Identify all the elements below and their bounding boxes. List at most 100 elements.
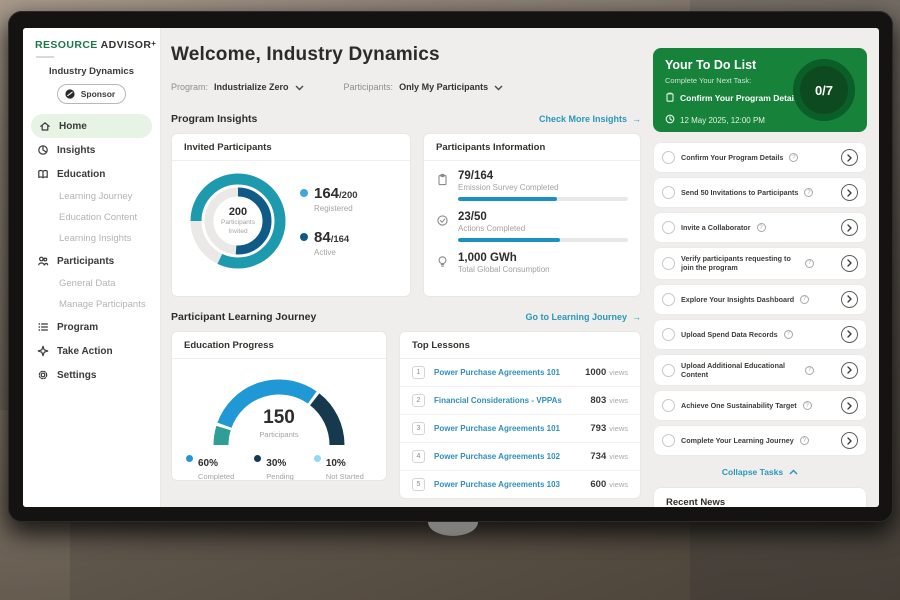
task-checkbox[interactable] bbox=[662, 257, 675, 270]
arrow-right-icon: → bbox=[632, 114, 641, 124]
chevron-right-button[interactable] bbox=[841, 149, 858, 166]
chevron-right-button[interactable] bbox=[841, 397, 858, 414]
task-checkbox[interactable] bbox=[662, 399, 675, 412]
program-filter-dropdown[interactable]: Program: Industrialize Zero bbox=[171, 78, 304, 96]
link-label: Go to Learning Journey bbox=[525, 312, 627, 322]
info-icon[interactable]: ? bbox=[804, 188, 813, 197]
clipboard-icon bbox=[436, 170, 449, 201]
task-checkbox[interactable] bbox=[662, 364, 675, 377]
program-filter-value: Industrialize Zero bbox=[214, 82, 289, 92]
list-icon bbox=[37, 321, 49, 333]
due-date: 12 May 2025, 12:00 PM bbox=[680, 116, 765, 125]
chevron-right-button[interactable] bbox=[841, 291, 858, 308]
task-row[interactable]: Explore Your Insights Dashboard ? bbox=[653, 284, 867, 315]
sidebar-item-label: Insights bbox=[57, 145, 95, 156]
chevron-right-button[interactable] bbox=[841, 255, 858, 272]
page-title: Welcome, Industry Dynamics bbox=[171, 44, 641, 66]
task-row[interactable]: Complete Your Learning Journey ? bbox=[653, 425, 867, 456]
lesson-link[interactable]: Financial Considerations - VPPAs bbox=[434, 396, 562, 405]
dashboard-screen: RESOURCE ADVISOR+ Industry Dynamics Spon… bbox=[23, 28, 879, 507]
task-row[interactable]: Invite a Collaborator ? bbox=[653, 212, 867, 243]
sidebar-item-program[interactable]: Program bbox=[23, 315, 160, 339]
chevron-right-button[interactable] bbox=[841, 219, 858, 236]
participants-filter-dropdown[interactable]: Participants: Only My Participants bbox=[344, 78, 504, 96]
info-icon[interactable]: ? bbox=[800, 295, 809, 304]
task-checkbox[interactable] bbox=[662, 151, 675, 164]
legend-dot bbox=[186, 455, 193, 462]
collapse-tasks-link[interactable]: Collapse Tasks bbox=[653, 460, 867, 480]
sidebar-item-learning-insights[interactable]: Learning Insights bbox=[23, 228, 160, 249]
sidebar-item-settings[interactable]: Settings bbox=[23, 363, 160, 387]
task-checkbox[interactable] bbox=[662, 328, 675, 341]
legend-total: /200 bbox=[339, 190, 358, 201]
logo-divider bbox=[36, 56, 54, 58]
task-checkbox[interactable] bbox=[662, 434, 675, 447]
check-circle-icon bbox=[436, 211, 449, 242]
app-logo: RESOURCE ADVISOR+ bbox=[23, 28, 160, 51]
info-icon[interactable]: ? bbox=[805, 366, 814, 375]
chevron-right-button[interactable] bbox=[841, 362, 858, 379]
lesson-link[interactable]: Power Purchase Agreements 102 bbox=[434, 452, 560, 461]
task-checkbox[interactable] bbox=[662, 186, 675, 199]
task-row[interactable]: Upload Additional Educational Content ? bbox=[653, 354, 867, 387]
sidebar-item-label: Home bbox=[59, 121, 87, 132]
task-row[interactable]: Send 50 Invitations to Participants ? bbox=[653, 177, 867, 208]
link-label: Check More Insights bbox=[539, 114, 627, 124]
sidebar-item-home[interactable]: Home bbox=[31, 114, 152, 138]
info-icon[interactable]: ? bbox=[805, 259, 814, 268]
card-title: Invited Participants bbox=[172, 134, 410, 161]
legend-label: Active bbox=[314, 248, 349, 257]
lesson-link[interactable]: Power Purchase Agreements 101 bbox=[434, 368, 560, 377]
info-icon[interactable]: ? bbox=[803, 401, 812, 410]
legend-dot bbox=[300, 233, 308, 241]
info-icon[interactable]: ? bbox=[789, 153, 798, 162]
go-to-learning-journey-link[interactable]: Go to Learning Journey → bbox=[525, 312, 641, 322]
todo-task-list: Confirm Your Program Details ? Send 50 I… bbox=[653, 142, 867, 480]
donut-center-label: Participants Invited bbox=[212, 219, 264, 236]
info-icon[interactable]: ? bbox=[784, 330, 793, 339]
task-row[interactable]: Verify participants requesting to join t… bbox=[653, 247, 867, 280]
legend-label: Completed bbox=[198, 472, 234, 481]
chevron-down-icon bbox=[494, 78, 503, 96]
sidebar-item-learning-journey[interactable]: Learning Journey bbox=[23, 186, 160, 207]
lesson-row: 2 Financial Considerations - VPPAs 803vi… bbox=[400, 387, 640, 415]
task-checkbox[interactable] bbox=[662, 293, 675, 306]
chevron-down-icon bbox=[295, 78, 304, 96]
lesson-link[interactable]: Power Purchase Agreements 101 bbox=[434, 424, 560, 433]
views-suffix: views bbox=[609, 396, 628, 405]
info-icon[interactable]: ? bbox=[757, 223, 766, 232]
chevron-right-button[interactable] bbox=[841, 184, 858, 201]
clock-icon bbox=[665, 111, 675, 129]
sidebar-item-education-content[interactable]: Education Content bbox=[23, 207, 160, 228]
gauge-center-value: 150 bbox=[172, 407, 386, 429]
sidebar-item-general-data[interactable]: General Data bbox=[23, 273, 160, 294]
legend-value: 164 bbox=[314, 185, 339, 202]
task-row[interactable]: Confirm Your Program Details ? bbox=[653, 142, 867, 173]
sidebar-item-label: Take Action bbox=[57, 346, 113, 357]
program-filter-label: Program: bbox=[171, 82, 208, 92]
todo-header-card: Your To Do List Complete Your Next Task:… bbox=[653, 48, 867, 132]
views-count: 600 bbox=[590, 479, 606, 490]
check-more-insights-link[interactable]: Check More Insights → bbox=[539, 114, 641, 124]
task-row[interactable]: Upload Spend Data Records ? bbox=[653, 319, 867, 350]
chevron-right-button[interactable] bbox=[841, 432, 858, 449]
sidebar-item-insights[interactable]: Insights bbox=[23, 138, 160, 162]
chevron-right-button[interactable] bbox=[841, 326, 858, 343]
metric-label: Actions Completed bbox=[458, 224, 628, 233]
info-icon[interactable]: ? bbox=[800, 436, 809, 445]
sidebar-item-participants[interactable]: Participants bbox=[23, 249, 160, 273]
legend-label: Not Started bbox=[326, 472, 364, 481]
task-row[interactable]: Achieve One Sustainability Target ? bbox=[653, 390, 867, 421]
sidebar-item-take-action[interactable]: Take Action bbox=[23, 339, 160, 363]
sidebar-item-education[interactable]: Education bbox=[23, 162, 160, 186]
lesson-link[interactable]: Power Purchase Agreements 103 bbox=[434, 480, 560, 489]
lesson-row: 5 Power Purchase Agreements 103 600views bbox=[400, 471, 640, 498]
donut-center-value: 200 bbox=[229, 206, 247, 218]
legend-total: /164 bbox=[331, 234, 350, 245]
gauge-center-label: Participants bbox=[172, 430, 386, 439]
invited-participants-card: Invited Participants 200 Participants In… bbox=[171, 133, 411, 297]
lesson-row: 1 Power Purchase Agreements 101 1000view… bbox=[400, 359, 640, 387]
task-checkbox[interactable] bbox=[662, 221, 675, 234]
next-task-label: Confirm Your Program Details bbox=[680, 93, 801, 103]
sidebar-item-manage-participants[interactable]: Manage Participants bbox=[23, 294, 160, 315]
